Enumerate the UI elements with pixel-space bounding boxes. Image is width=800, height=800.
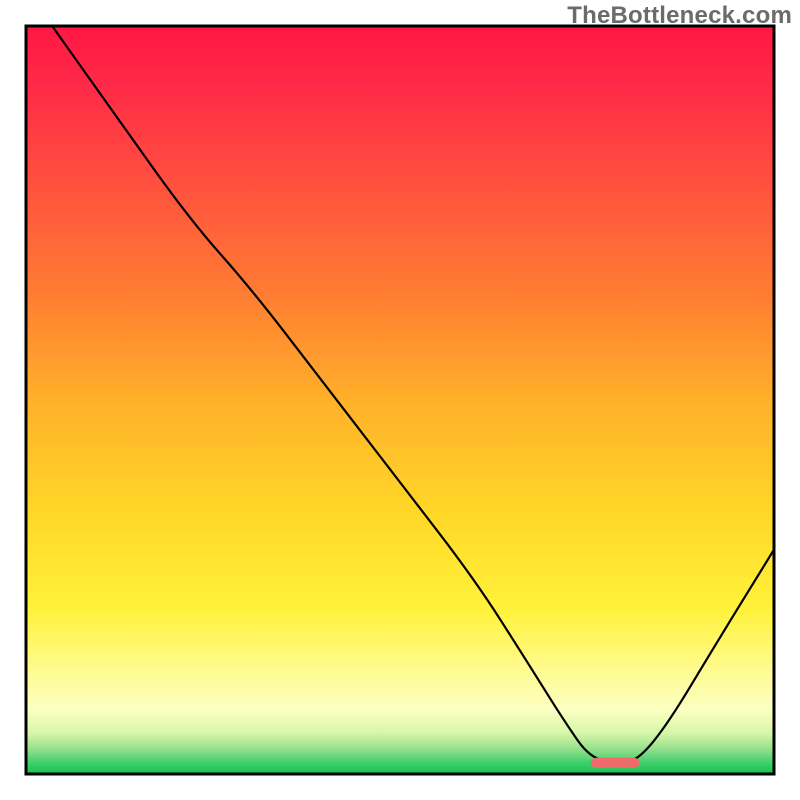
- chart-stage: TheBottleneck.com: [0, 0, 800, 800]
- watermark-text: TheBottleneck.com: [567, 2, 792, 30]
- bottleneck-chart: [0, 0, 800, 800]
- optimal-range-marker: [591, 758, 640, 768]
- gradient-background: [26, 26, 774, 774]
